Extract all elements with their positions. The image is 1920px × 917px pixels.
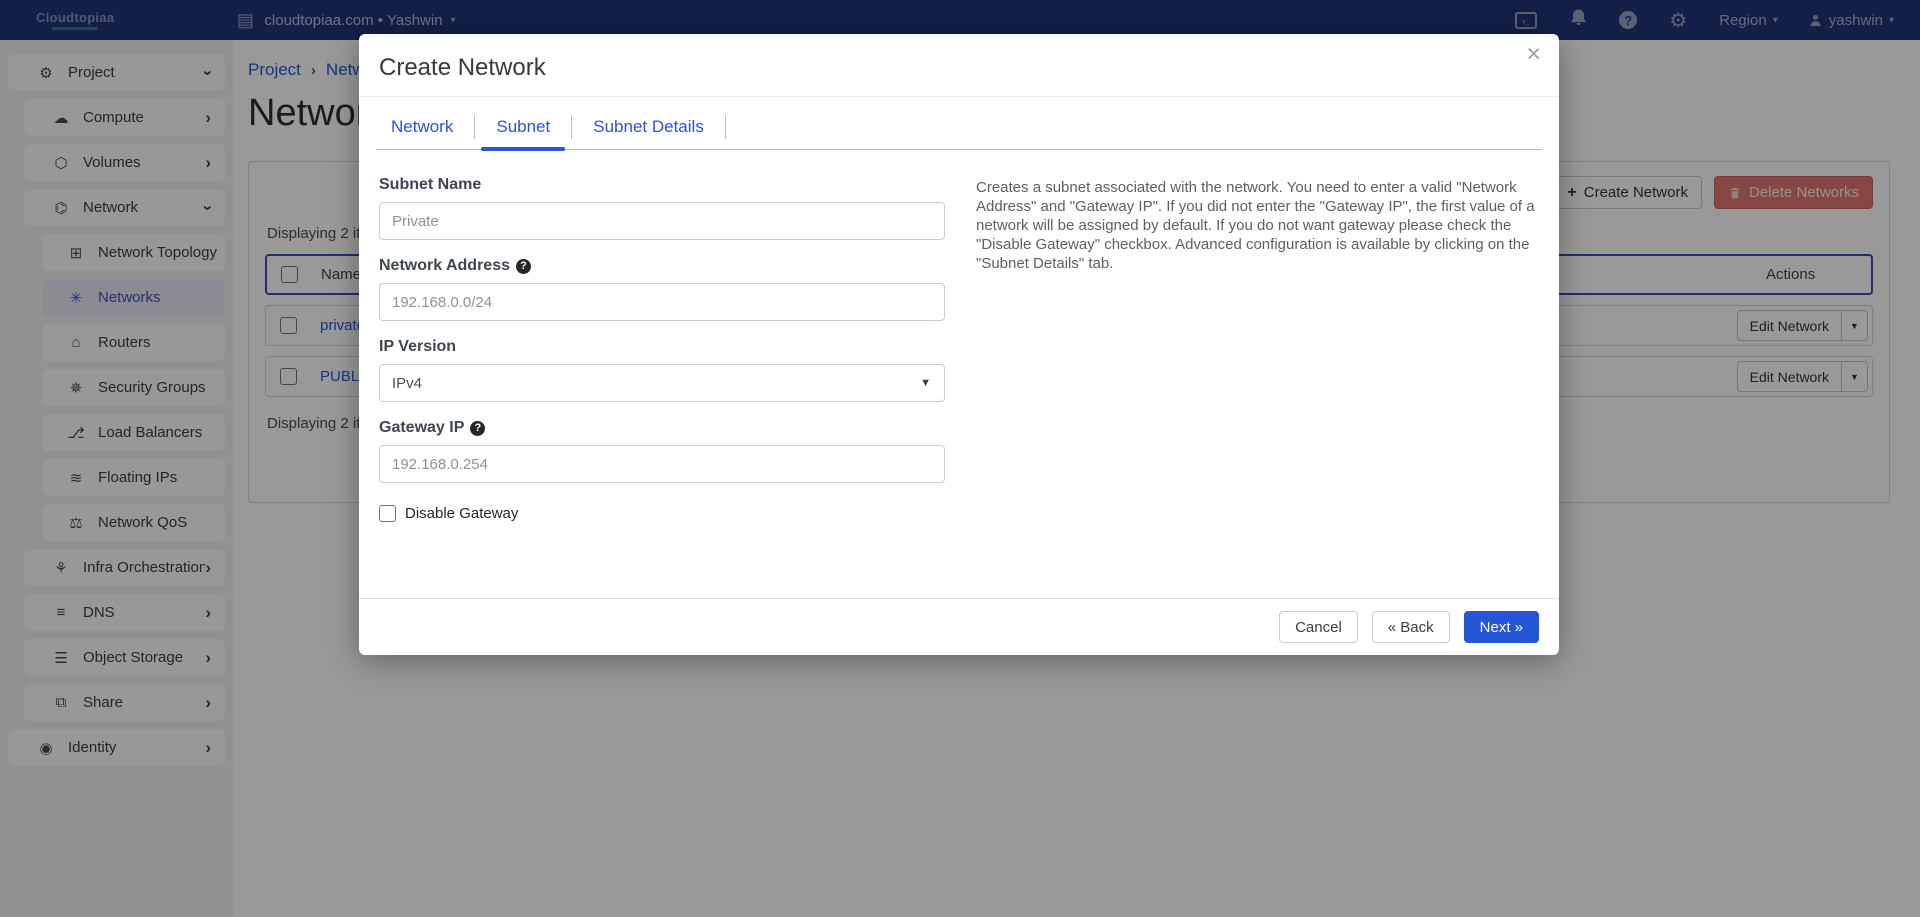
subnet-name-field-group: Subnet Name — [379, 176, 945, 240]
modal-help-panel: Creates a subnet associated with the net… — [976, 176, 1539, 588]
tab-subnet[interactable]: Subnet — [481, 111, 565, 149]
subnet-help-text: Creates a subnet associated with the net… — [976, 178, 1538, 273]
gateway-ip-label-text: Gateway IP — [379, 419, 464, 437]
disable-gateway-field-group: Disable Gateway — [379, 505, 945, 522]
modal-tabs: Network Subnet Subnet Details — [376, 111, 1542, 150]
cancel-button[interactable]: Cancel — [1279, 611, 1358, 643]
network-address-label: Network Address ? — [379, 257, 945, 275]
gateway-ip-input[interactable] — [379, 445, 945, 483]
ip-version-field-group: IP Version IPv4 ▼ — [379, 338, 945, 402]
gateway-ip-label: Gateway IP ? — [379, 419, 945, 437]
disable-gateway-checkbox[interactable] — [379, 505, 396, 522]
gateway-ip-field-group: Gateway IP ? — [379, 419, 945, 483]
modal-title: Create Network — [379, 54, 1539, 82]
modal-footer: Cancel « Back Next » — [359, 598, 1559, 655]
network-address-field-group: Network Address ? — [379, 257, 945, 321]
ip-version-label: IP Version — [379, 338, 945, 356]
subnet-name-label: Subnet Name — [379, 176, 945, 194]
subnet-form: Subnet Name Network Address ? IP Version… — [379, 176, 945, 588]
disable-gateway-label: Disable Gateway — [405, 505, 518, 522]
create-network-modal: × Create Network Network Subnet Subnet Det… — [359, 34, 1559, 655]
next-button[interactable]: Next » — [1464, 611, 1539, 643]
network-address-label-text: Network Address — [379, 257, 510, 275]
tab-separator — [571, 115, 572, 139]
tab-network[interactable]: Network — [376, 111, 468, 149]
tab-separator — [725, 115, 726, 139]
subnet-name-label-text: Subnet Name — [379, 176, 481, 194]
ip-version-select[interactable]: IPv4 ▼ — [379, 364, 945, 402]
chevron-down-icon: ▼ — [920, 377, 931, 389]
back-button[interactable]: « Back — [1372, 611, 1450, 643]
gateway-ip-help-icon[interactable]: ? — [470, 421, 485, 436]
subnet-name-input[interactable] — [379, 202, 945, 240]
ip-version-value: IPv4 — [392, 375, 422, 392]
close-icon[interactable]: × — [1526, 42, 1541, 67]
tab-separator — [474, 115, 475, 139]
modal-header: Create Network — [359, 34, 1559, 97]
tab-subnet-details[interactable]: Subnet Details — [578, 111, 719, 149]
network-address-input[interactable] — [379, 283, 945, 321]
network-address-help-icon[interactable]: ? — [516, 259, 531, 274]
modal-body: Subnet Name Network Address ? IP Version… — [359, 150, 1559, 598]
ip-version-label-text: IP Version — [379, 338, 456, 356]
